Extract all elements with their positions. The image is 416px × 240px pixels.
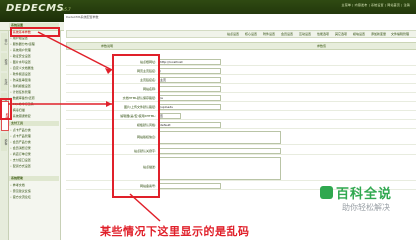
field-input[interactable]: 主页 [158, 77, 221, 83]
vertical-tabs: 核心 模块 生成 采集 会员 模板 系统 [0, 31, 9, 240]
field-textarea[interactable] [158, 131, 281, 144]
tab-module[interactable]: 模块设置 [353, 32, 365, 36]
field-input[interactable] [158, 183, 221, 189]
field-radio[interactable]: 否 [158, 113, 181, 119]
field-textarea[interactable] [158, 157, 281, 180]
watermark-subtitle: 助你轻松解决 [342, 203, 390, 212]
breadcrumb: DedeCMS系统配置参数 [66, 15, 99, 19]
field-input[interactable]: default [158, 122, 221, 128]
tab-member[interactable]: 会员设置 [281, 32, 293, 36]
form-header-left: 参数说明 [101, 44, 114, 48]
field-input[interactable] [158, 148, 281, 154]
highlight-sidebar-item [10, 27, 60, 37]
sidebar-group-payment[interactable]: 支付工具 [9, 121, 59, 126]
tab-attach[interactable]: 附件设置 [263, 32, 275, 36]
tab-file-edit[interactable]: 文件编辑管理 [391, 32, 409, 36]
header-links[interactable]: 主菜单 | 内容发布 | 系统设置 | 网站首页 | 注销 [342, 3, 410, 7]
field-input[interactable]: / [158, 68, 221, 74]
sidebar-item[interactable]: 配货方式设置 [10, 163, 59, 169]
tab-interact[interactable]: 互动设置 [299, 32, 311, 36]
field-input[interactable]: http://localhost [158, 59, 221, 65]
tab-perf[interactable]: 性能选项 [317, 32, 329, 36]
settings-tabs: 站点设置 核心设置 附件设置 会员设置 互动设置 性能选项 其它选项 模块设置 … [66, 30, 416, 38]
annotation-caption: 某些情况下这里显示的是乱码 [100, 225, 250, 238]
sidebar-item[interactable]: 官方交流论坛 [10, 194, 59, 200]
version-label: v5.7 [62, 7, 71, 12]
field-input[interactable] [158, 86, 221, 92]
watermark: 百科全说 助你轻松解决 [320, 183, 412, 223]
watermark-title: 百科全说 [336, 187, 393, 202]
tab-new-var[interactable]: 添加新变量 [371, 32, 386, 36]
tab-core[interactable]: 核心设置 [245, 32, 257, 36]
watermark-badge-icon [320, 186, 333, 199]
vtab-module[interactable]: 模块 [1, 53, 8, 71]
vtab-core[interactable]: 核心 [1, 33, 8, 51]
tab-other[interactable]: 其它选项 [335, 32, 347, 36]
vtab-generate[interactable]: 生成 [1, 73, 8, 91]
vtab-template[interactable]: 模板 [1, 133, 8, 151]
dedecms-logo[interactable]: DEDECMS [6, 3, 64, 14]
tab-site[interactable]: 站点设置 [227, 32, 239, 36]
sidebar-item[interactable]: 系统错误修复 [10, 113, 59, 119]
form-header-right: 参数值 [317, 44, 327, 48]
sidebar-group-help[interactable]: 系统帮助 [9, 176, 59, 181]
form-header: 参数说明 参数值 [66, 42, 416, 50]
field-input[interactable]: /uploads [158, 104, 221, 110]
field-input[interactable]: /a [158, 95, 221, 101]
highlight-vtab [0, 98, 12, 120]
highlight-labels-column [112, 54, 160, 198]
